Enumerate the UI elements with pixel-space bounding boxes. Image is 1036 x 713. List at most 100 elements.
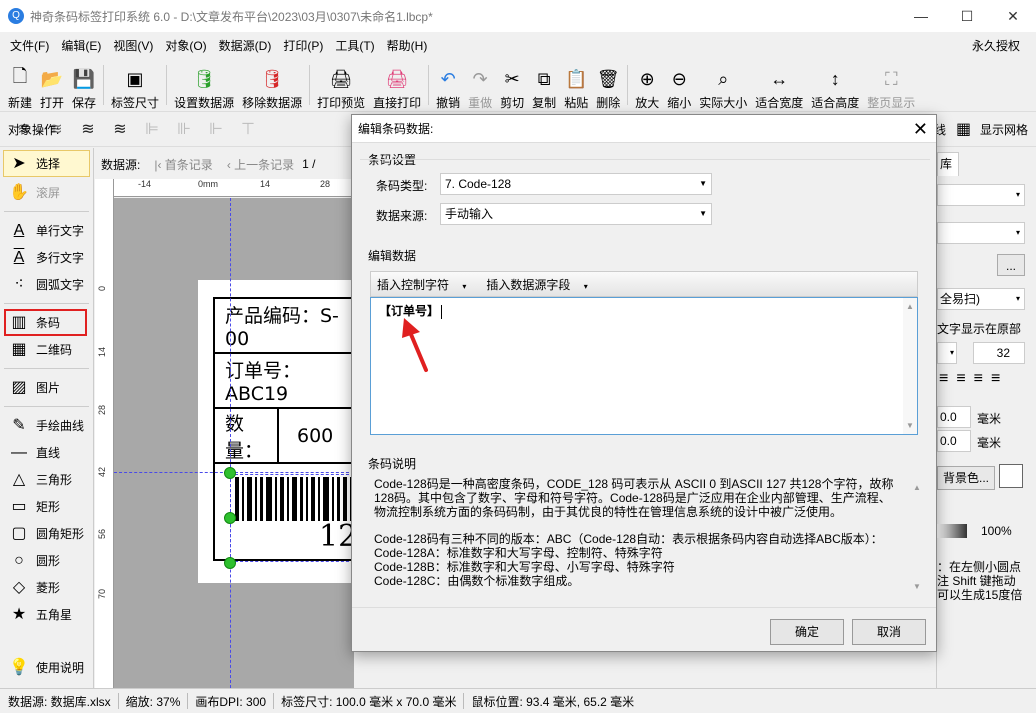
zoom-in-button[interactable]: ⊕ 放大 [631, 61, 663, 111]
tool-barcode[interactable]: ▥ 条码 [4, 309, 87, 336]
single-line-text-icon: A [13, 221, 25, 239]
tool-qrcode[interactable]: ▦ 二维码 [0, 336, 93, 363]
remove-datasource-button[interactable]: 🛢 移除数据源 [238, 61, 306, 111]
scroll-up-icon[interactable]: ▲ [913, 483, 921, 492]
resize-handle[interactable] [224, 557, 236, 569]
tab-database[interactable]: 库 [937, 152, 959, 176]
scroll-down-icon[interactable]: ▼ [913, 582, 921, 591]
resize-handle[interactable] [224, 512, 236, 524]
layer-up-icon[interactable]: ≋ [78, 120, 98, 140]
menu-view[interactable]: 视图(V) [107, 37, 159, 54]
tool-rectangle[interactable]: ▭ 矩形 [0, 493, 93, 520]
tool-circle[interactable]: ○ 圆形 [0, 547, 93, 574]
font-size-value: 32 [996, 346, 1010, 360]
property-select[interactable]: ▾ [937, 184, 1025, 206]
tool-image[interactable]: ▨ 图片 [0, 374, 93, 401]
cancel-button[interactable]: 取消 [852, 619, 926, 645]
set-datasource-button[interactable]: 🛢 设置数据源 [170, 61, 238, 111]
scroll-up-icon[interactable]: ▲ [906, 302, 914, 311]
barcode-data-editor[interactable]: 【订单号】 ▲ ▼ [370, 297, 918, 435]
text-align-buttons[interactable]: ≡≡≡≡ [939, 370, 1008, 388]
redo-button[interactable]: ↷ 重做 [464, 61, 496, 111]
full-page-button[interactable]: ⛶ 整页显示 [863, 61, 919, 111]
prev-record-button[interactable]: ‹ 上一条记录 [227, 156, 294, 173]
print-preview-button[interactable]: 🖨 打印预览 [313, 61, 369, 111]
close-window-button[interactable]: ✕ [990, 0, 1036, 32]
menu-print[interactable]: 打印(P) [277, 37, 329, 54]
align-right-icon[interactable]: ⊩ [206, 120, 226, 140]
barcode-type-select[interactable]: 7. Code-128 ▼ [440, 173, 712, 195]
color-swatch[interactable] [999, 464, 1023, 488]
data-source-select[interactable]: 手动输入 ▼ [440, 203, 712, 225]
menu-datasource[interactable]: 数据源(D) [213, 37, 278, 54]
font-select[interactable]: 全易扫) ▾ [937, 288, 1025, 310]
offset-x-input[interactable]: 0.0 [937, 406, 971, 428]
zoom-out-button[interactable]: ⊖ 缩小 [663, 61, 695, 111]
open-button[interactable]: 📂 打开 [36, 61, 68, 111]
fit-width-button[interactable]: ↔ 适合宽度 [751, 61, 807, 111]
tool-scroll[interactable]: ✋ 滚屏 [0, 179, 93, 206]
maximize-button[interactable]: ☐ [944, 0, 990, 32]
property-select[interactable]: ▾ [937, 222, 1025, 244]
paste-button[interactable]: 📋 粘贴 [560, 61, 592, 111]
close-icon[interactable]: ✕ [913, 118, 928, 140]
license-link[interactable]: 永久授权 [966, 37, 1026, 54]
insert-control-char-button[interactable]: 插入控制字符 ▾ [377, 276, 476, 293]
align-center-icon[interactable]: ⊪ [174, 120, 194, 140]
tool-label: 直线 [36, 446, 61, 460]
resize-handle[interactable] [224, 467, 236, 479]
editor-scrollbar[interactable]: ▲ ▼ [903, 298, 917, 434]
opacity-slider[interactable] [937, 524, 967, 538]
tool-rounded-rectangle[interactable]: ▢ 圆角矩形 [0, 520, 93, 547]
tool-diamond[interactable]: ◇ 菱形 [0, 574, 93, 601]
background-color-button[interactable]: 背景色... [937, 466, 995, 490]
minimize-button[interactable]: — [898, 0, 944, 32]
layer-top-icon[interactable]: ≋ [110, 120, 130, 140]
tool-help[interactable]: 💡 使用说明 [0, 654, 84, 681]
delete-button[interactable]: 🗑 删除 [592, 61, 624, 111]
barcode-object[interactable]: 12 [230, 474, 354, 562]
dialog-footer-divider [352, 607, 936, 608]
offset-y-input[interactable]: 0.0 [937, 430, 971, 452]
menu-help[interactable]: 帮助(H) [381, 37, 434, 54]
remove-datasource-label: 移除数据源 [242, 96, 303, 110]
fit-height-button[interactable]: ↕ 适合高度 [807, 61, 863, 111]
browse-button[interactable]: ... [997, 254, 1025, 276]
ok-button[interactable]: 确定 [770, 619, 844, 645]
tool-star[interactable]: ★ 五角星 [0, 601, 93, 628]
tool-select[interactable]: ➤ 选择 [3, 150, 90, 177]
new-button[interactable]: 🗋 新建 [4, 61, 36, 111]
label-size-button[interactable]: ▣ 标签尺寸 [107, 61, 163, 111]
tool-triangle[interactable]: △ 三角形 [0, 466, 93, 493]
actual-size-button[interactable]: ⌕ 实际大小 [695, 61, 751, 111]
label-row-order-number[interactable]: 订单号：ABC19 [215, 354, 356, 409]
align-top-icon[interactable]: ⊤ [238, 120, 258, 140]
tool-freehand[interactable]: ✎ 手绘曲线 [0, 412, 93, 439]
cut-button[interactable]: ✂ 剪切 [496, 61, 528, 111]
description-scrollbar[interactable]: ▲ ▼ [910, 477, 924, 595]
tool-multi-line-text[interactable]: A 多行文字 [0, 244, 93, 271]
tool-single-line-text[interactable]: A 单行文字 [0, 217, 93, 244]
scroll-down-icon[interactable]: ▼ [906, 421, 914, 430]
menu-file[interactable]: 文件(F) [4, 37, 55, 54]
font-style-select[interactable]: ▾ [937, 342, 957, 364]
insert-datasource-field-button[interactable]: 插入数据源字段 ▾ [486, 276, 597, 293]
undo-button[interactable]: ↶ 撤销 [432, 61, 464, 111]
tool-line[interactable]: — 直线 [0, 439, 93, 466]
tool-arc-text[interactable]: ⁖ 圆弧文字 [0, 271, 93, 298]
font-size-input[interactable]: 32 [973, 342, 1025, 364]
print-button[interactable]: 🖨 直接打印 [369, 61, 425, 111]
menu-tools[interactable]: 工具(T) [329, 37, 380, 54]
copy-button[interactable]: ⧉ 复制 [528, 61, 560, 111]
editor-text: 【订单号】 [379, 304, 440, 318]
align-left-icon[interactable]: ⊫ [142, 120, 162, 140]
label-row-quantity[interactable]: 数量： 600 [215, 409, 356, 464]
first-record-button[interactable]: |‹ 首条记录 [154, 156, 212, 173]
status-separator [273, 693, 275, 709]
save-button[interactable]: 💾 保存 [68, 61, 100, 111]
menu-edit[interactable]: 编辑(E) [55, 37, 107, 54]
show-grid-toggle[interactable]: 线 ▦ 显示网格 [934, 121, 1028, 139]
tool-label: 使用说明 [36, 661, 85, 675]
label-row-product-code[interactable]: 产品编码：S-00 [215, 299, 356, 354]
menu-object[interactable]: 对象(O) [159, 37, 212, 54]
